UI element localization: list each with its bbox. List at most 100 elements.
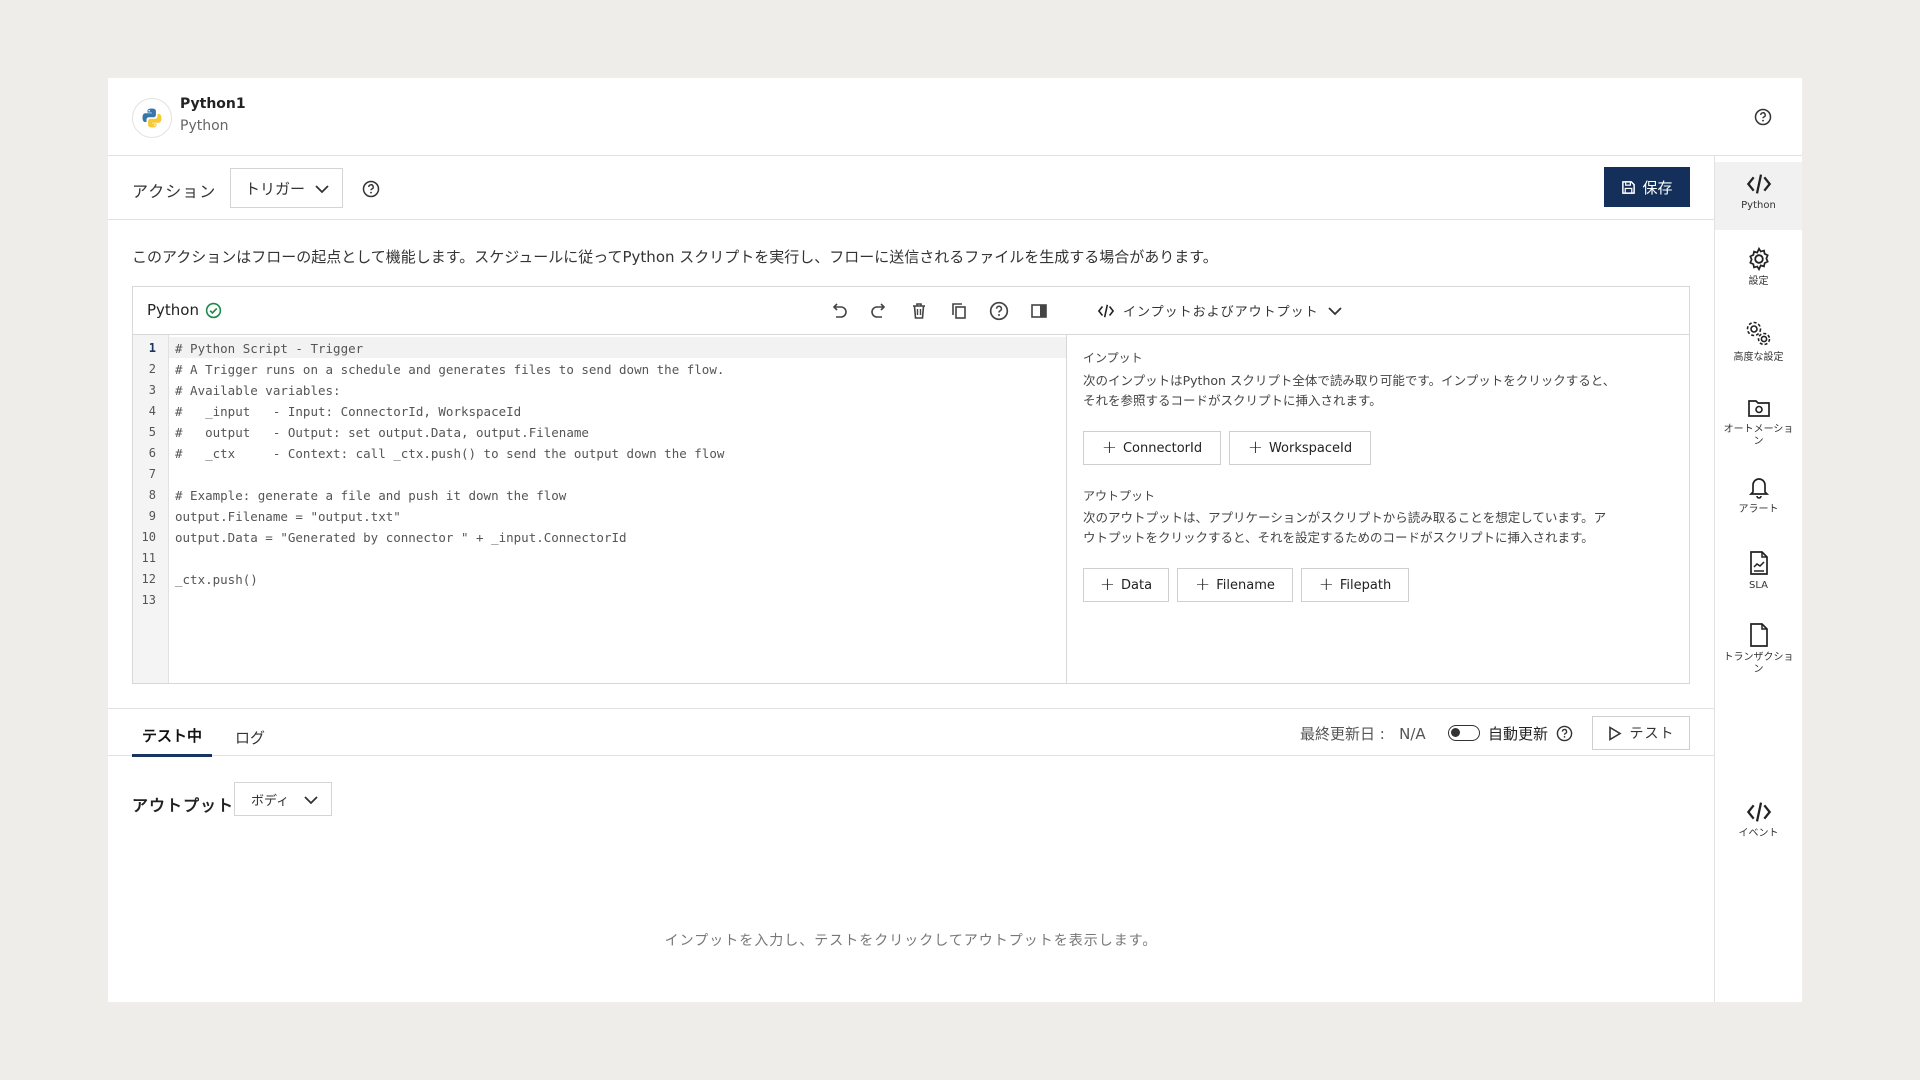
connector-type: Python [180, 118, 229, 134]
code-line: output.Data = "Generated by connector " … [175, 530, 627, 545]
io-panel-title: インプットおよびアウトプット [1097, 301, 1343, 320]
line-number-gutter: 1 2 3 4 5 6 7 8 9 10 11 12 13 [133, 335, 169, 683]
last-updated: 最終更新日 : N/A [1300, 723, 1426, 744]
rail-item-transactions[interactable]: トランザクション [1715, 612, 1802, 680]
action-help-icon[interactable] [362, 180, 380, 198]
rail-item-events[interactable]: イベント [1715, 790, 1802, 858]
test-button[interactable]: テスト [1592, 716, 1690, 750]
plus-icon: + [1318, 574, 1334, 595]
editor-language-label: Python [147, 301, 199, 319]
code-editor[interactable]: 1 2 3 4 5 6 7 8 9 10 11 12 13 # Python S… [133, 335, 1067, 683]
python-action-panel: Python1 Python アクション トリガー 保存 このアクションはフロー… [108, 78, 1802, 1002]
chevron-down-icon [303, 793, 319, 807]
bell-icon [1748, 478, 1769, 499]
trash-icon[interactable] [909, 301, 929, 321]
line-number: 5 [148, 425, 156, 439]
editor-toolbar: Python [133, 287, 1067, 335]
rail-label: イベント [1738, 828, 1779, 839]
code-line: # output - Output: set output.Data, outp… [175, 425, 589, 440]
chevron-down-icon [314, 182, 330, 196]
plus-icon: + [1195, 574, 1211, 595]
code-line: # Available variables: [175, 383, 341, 398]
code-line: # Example: generate a file and push it d… [175, 488, 567, 503]
rail-label: トランザクション [1723, 652, 1794, 675]
rail-label: 設定 [1748, 276, 1769, 287]
chip-label: ConnectorId [1122, 440, 1203, 456]
chip-label: WorkspaceId [1268, 440, 1353, 456]
outputs-description-line1: 次のアウトプットは、アプリケーションがスクリプトから読み取ることを想定しています… [1083, 510, 1607, 525]
line-number: 11 [141, 551, 156, 565]
copy-icon[interactable] [949, 301, 969, 321]
outputs-heading: アウトプット [1083, 489, 1156, 503]
redo-icon[interactable] [869, 301, 889, 321]
output-view-value: ボディ [251, 793, 290, 809]
tab-logs[interactable]: ログ [226, 717, 274, 757]
gear-icon [1748, 246, 1769, 272]
last-updated-label: 最終更新日 : [1300, 725, 1385, 743]
auto-refresh-toggle[interactable] [1448, 725, 1480, 741]
chevron-down-icon [1327, 304, 1343, 318]
add-input-workspaceid-button[interactable]: + WorkspaceId [1229, 431, 1371, 465]
rail-item-python[interactable]: Python [1715, 162, 1802, 230]
connector-name: Python1 [180, 96, 246, 112]
add-input-connectorid-button[interactable]: + ConnectorId [1083, 431, 1221, 465]
inputs-heading: インプット [1083, 351, 1143, 365]
test-button-label: テスト [1629, 726, 1675, 742]
help-icon[interactable] [989, 301, 1009, 321]
rail-label: 高度な設定 [1733, 352, 1784, 363]
output-label: アウトプット [132, 796, 235, 815]
chip-label: Filename [1216, 577, 1275, 593]
code-line: output.Filename = "output.txt" [175, 509, 401, 524]
chip-label: Filepath [1339, 577, 1392, 593]
code-icon [1097, 303, 1115, 319]
line-number: 8 [148, 488, 156, 502]
code-line: # Python Script - Trigger [175, 341, 364, 356]
play-icon [1608, 725, 1622, 741]
split-panel-icon[interactable] [1029, 301, 1049, 321]
rail-item-settings[interactable]: 設定 [1715, 236, 1802, 304]
rail-item-alerts[interactable]: アラート [1715, 464, 1802, 532]
panel-header: Python1 Python [108, 78, 1802, 156]
add-output-filepath-button[interactable]: + Filepath [1301, 568, 1409, 602]
rail-item-advanced-settings[interactable]: 高度な設定 [1715, 310, 1802, 378]
python-logo-icon [142, 108, 162, 128]
header-help-icon[interactable] [1754, 108, 1772, 126]
output-empty-message: インプットを入力し、テストをクリックしてアウトプットを表示します。 [664, 933, 1158, 949]
script-editor-panel: Python 1 2 3 4 5 6 7 8 9 10 11 12 13 # P… [132, 286, 1690, 684]
line-number: 13 [141, 593, 156, 607]
action-type-select[interactable]: トリガー [230, 168, 343, 208]
action-type-value: トリガー [245, 179, 306, 198]
last-updated-value: N/A [1399, 725, 1426, 743]
line-number: 3 [148, 383, 156, 397]
rail-label: Python [1741, 200, 1776, 211]
editor-tools [829, 301, 1049, 321]
code-line: # _input - Input: ConnectorId, Workspace… [175, 404, 522, 419]
plus-icon: + [1099, 574, 1116, 595]
line-number: 9 [148, 509, 156, 523]
undo-icon[interactable] [829, 301, 849, 321]
save-button-label: 保存 [1642, 178, 1673, 197]
sla-document-icon [1749, 551, 1768, 575]
plus-icon: + [1247, 437, 1263, 458]
line-number: 7 [148, 467, 156, 481]
check-circle-icon [205, 302, 222, 319]
code-line: _ctx.push() [175, 572, 258, 587]
tab-testing[interactable]: テスト中 [132, 717, 212, 757]
add-output-filename-button[interactable]: + Filename [1177, 568, 1293, 602]
inputs-description-line1: 次のインプットはPython スクリプト全体で読み取り可能です。インプットをクリ… [1083, 373, 1616, 388]
rail-label: SLA [1749, 580, 1768, 591]
action-label: アクション [132, 182, 217, 201]
io-panel-header[interactable]: インプットおよびアウトプット [1067, 287, 1689, 335]
code-icon [1746, 174, 1771, 194]
save-icon [1622, 180, 1636, 194]
auto-refresh-help-icon[interactable] [1556, 725, 1573, 742]
io-title-text: インプットおよびアウトプット [1123, 305, 1319, 320]
rail-item-automation[interactable]: オートメーション [1715, 386, 1802, 454]
rail-item-sla[interactable]: SLA [1715, 540, 1802, 608]
add-output-data-button[interactable]: + Data [1083, 568, 1169, 602]
test-tab-bar: テスト中 ログ 最終更新日 : N/A 自動更新 テスト [108, 708, 1714, 757]
line-number: 1 [148, 341, 156, 355]
save-button[interactable]: 保存 [1604, 167, 1690, 207]
output-view-select[interactable]: ボディ [234, 782, 332, 816]
document-icon [1749, 623, 1768, 647]
